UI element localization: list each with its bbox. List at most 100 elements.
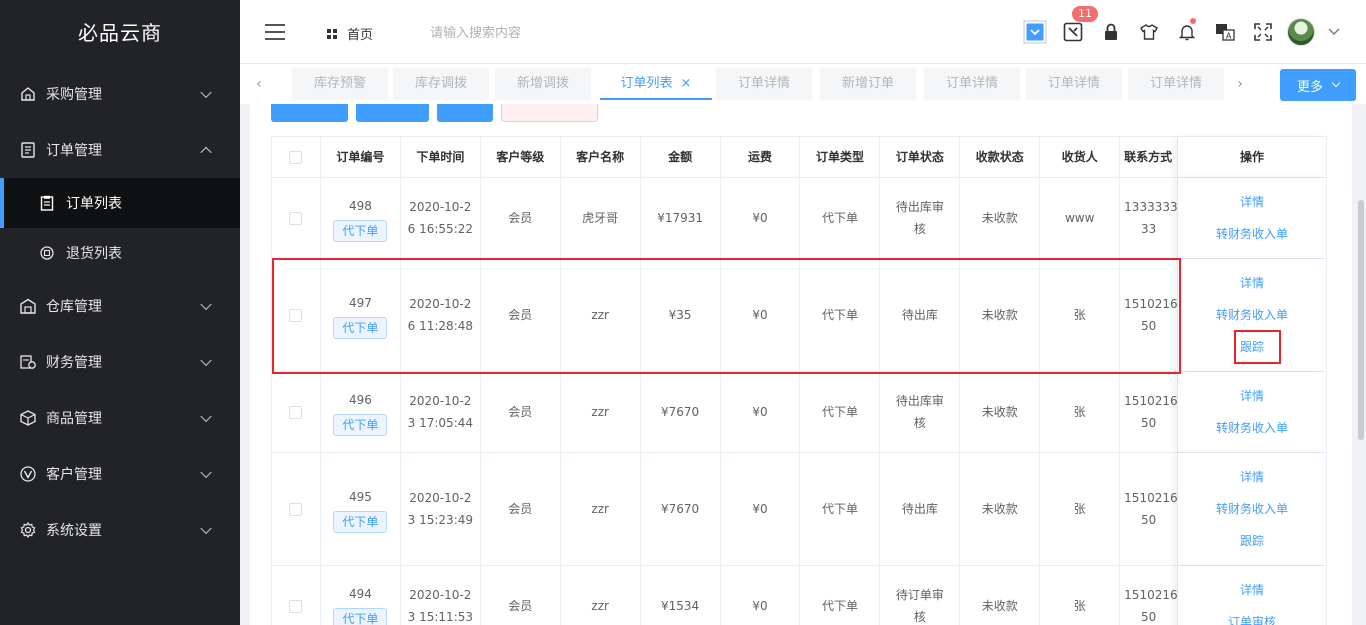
tab-order-detail[interactable]: 订单详情 xyxy=(716,68,812,100)
row-checkbox[interactable] xyxy=(289,211,303,225)
row-select-cell[interactable] xyxy=(272,372,321,452)
sidebar-item-products[interactable]: 商品管理 xyxy=(0,390,240,446)
order-status-cell: 待出库 xyxy=(880,259,961,371)
tab-order-detail[interactable]: 订单详情 xyxy=(924,68,1020,100)
main-content: 订单编号 下单时间 客户等级 客户名称 金额 运费 订单类型 订单状态 收款状态… xyxy=(250,104,1352,625)
chevron-down-icon[interactable] xyxy=(1320,14,1348,50)
lock-icon[interactable] xyxy=(1092,14,1130,50)
fullscreen-icon[interactable] xyxy=(1244,14,1282,50)
tab-new-transfer[interactable]: 新增调拨 xyxy=(495,68,591,100)
row-select-cell[interactable] xyxy=(272,566,321,625)
row-select-cell[interactable] xyxy=(272,259,321,371)
column-header[interactable]: 收货人 xyxy=(1040,137,1121,177)
table-row[interactable]: 495 代下单 2020-10-2 3 15:23:49 会员 zzr ¥7670 … xyxy=(272,453,1327,566)
column-header[interactable]: 收款状态 xyxy=(960,137,1041,177)
toolbar-button[interactable] xyxy=(437,104,493,122)
detail-link[interactable]: 详情 xyxy=(1240,186,1264,218)
sidebar-item-label: 采购管理 xyxy=(46,87,102,103)
column-header[interactable]: 订单编号 xyxy=(321,137,401,177)
theme-shirt-icon[interactable] xyxy=(1130,14,1168,50)
tab-stock-transfer[interactable]: 库存调拨 xyxy=(393,68,489,100)
more-button[interactable]: 更多 xyxy=(1280,69,1356,101)
toolbar-button[interactable] xyxy=(356,104,429,122)
avatar xyxy=(1287,18,1315,46)
detail-link[interactable]: 详情 xyxy=(1240,574,1264,606)
tab-order-detail[interactable]: 订单详情 xyxy=(1026,68,1122,100)
app-title: 必品云商 xyxy=(78,21,162,45)
row-select-cell[interactable] xyxy=(272,453,321,565)
vertical-scrollbar[interactable] xyxy=(1358,200,1364,440)
bell-icon[interactable] xyxy=(1168,14,1206,50)
close-icon[interactable]: × xyxy=(681,76,692,91)
table-row[interactable]: 498 代下单 2020-10-2 6 16:55:22 会员 虎牙哥 ¥17931… xyxy=(272,178,1327,259)
sidebar-item-warehouse[interactable]: 仓库管理 xyxy=(0,278,240,334)
order-status-line2: 核 xyxy=(913,222,926,236)
amount-cell: ¥7670 xyxy=(641,372,721,452)
column-header[interactable]: 客户等级 xyxy=(481,137,561,177)
to-finance-income-link[interactable]: 转财务收入单 xyxy=(1216,412,1288,444)
column-header[interactable]: 联系方式 xyxy=(1120,137,1179,177)
tab-order-detail[interactable]: 订单详情 xyxy=(1128,68,1224,100)
column-header[interactable]: 下单时间 xyxy=(401,137,481,177)
customer-name-cell: zzr xyxy=(561,453,641,565)
track-link[interactable]: 跟踪 xyxy=(1240,331,1264,363)
freight-cell: ¥0 xyxy=(721,566,801,625)
to-finance-income-link[interactable]: 转财务收入单 xyxy=(1216,218,1288,250)
table-row[interactable]: 497 代下单 2020-10-2 6 11:28:48 会员 zzr ¥35 ¥0… xyxy=(272,259,1327,372)
order-review-link[interactable]: 订单审核 xyxy=(1228,606,1276,625)
phone-cell: 1510216 50 xyxy=(1120,259,1179,371)
column-header[interactable]: 运费 xyxy=(721,137,801,177)
toolbar-button[interactable] xyxy=(271,104,348,122)
tabs-scroll-left-icon[interactable]: ‹ xyxy=(244,64,274,104)
toolbar-button[interactable] xyxy=(501,104,598,122)
column-header[interactable]: 金额 xyxy=(641,137,721,177)
sidebar-item-customers[interactable]: 客户管理 xyxy=(0,446,240,502)
detail-link[interactable]: 详情 xyxy=(1240,461,1264,493)
sidebar-item-returns[interactable]: 退货列表 xyxy=(0,228,240,278)
row-checkbox[interactable] xyxy=(289,405,303,419)
select-all-checkbox[interactable] xyxy=(289,150,303,164)
column-header[interactable]: 订单类型 xyxy=(800,137,881,177)
track-link[interactable]: 跟踪 xyxy=(1240,525,1264,557)
tools-icon[interactable]: 11 xyxy=(1054,6,1098,50)
user-avatar[interactable] xyxy=(1282,14,1320,50)
sidebar-item-label: 退货列表 xyxy=(66,246,122,262)
row-checkbox[interactable] xyxy=(289,502,303,516)
table-row[interactable]: 496 代下单 2020-10-2 3 17:05:44 会员 zzr ¥7670 … xyxy=(272,372,1327,453)
tab-order-list[interactable]: 订单列表 × xyxy=(600,68,712,100)
order-time-line2: 3 15:23:49 xyxy=(407,513,473,527)
select-all-cell[interactable] xyxy=(272,137,321,177)
row-checkbox[interactable] xyxy=(289,599,303,613)
tabs-scroll-right-icon[interactable]: › xyxy=(1225,64,1255,104)
row-checkbox[interactable] xyxy=(289,308,303,322)
more-label: 更多 xyxy=(1296,79,1323,95)
translate-icon[interactable]: A xyxy=(1206,14,1244,50)
order-time-line2: 3 17:05:44 xyxy=(407,416,473,430)
table-row[interactable]: 494 代下单 2020-10-2 3 15:11:53 会员 zzr ¥1534 … xyxy=(272,566,1327,625)
search-input[interactable] xyxy=(430,18,690,46)
hamburger-menu-icon[interactable] xyxy=(265,24,285,40)
row-select-cell[interactable] xyxy=(272,178,321,258)
sidebar-item-finance[interactable]: 财务管理 xyxy=(0,334,240,390)
column-header[interactable]: 操作 xyxy=(1178,137,1327,177)
tab-new-order[interactable]: 新增订单 xyxy=(820,68,916,100)
to-finance-income-link[interactable]: 转财务收入单 xyxy=(1216,493,1288,525)
column-header[interactable]: 订单状态 xyxy=(880,137,961,177)
detail-link[interactable]: 详情 xyxy=(1240,380,1264,412)
amount-cell: ¥35 xyxy=(641,259,721,371)
tab-stock-warning[interactable]: 库存预警 xyxy=(292,68,388,100)
customer-level-cell: 会员 xyxy=(481,566,561,625)
customer-name-cell: zzr xyxy=(561,566,641,625)
column-header[interactable]: 客户名称 xyxy=(561,137,641,177)
to-finance-income-link[interactable]: 转财务收入单 xyxy=(1216,299,1288,331)
sidebar-item-settings[interactable]: 系统设置 xyxy=(0,502,240,558)
sidebar-item-orders[interactable]: 订单管理 xyxy=(0,122,240,178)
breadcrumb[interactable]: 首页 xyxy=(327,24,373,43)
detail-link[interactable]: 详情 xyxy=(1240,267,1264,299)
sidebar-item-order-list[interactable]: 订单列表 xyxy=(0,178,240,228)
chevron-down-icon xyxy=(200,466,212,479)
tab-label: 库存预警 xyxy=(313,76,366,91)
sidebar-item-purchase[interactable]: 采购管理 xyxy=(0,66,240,122)
dropdown-toggle-icon[interactable] xyxy=(1016,14,1054,50)
chevron-down-icon xyxy=(200,86,212,99)
